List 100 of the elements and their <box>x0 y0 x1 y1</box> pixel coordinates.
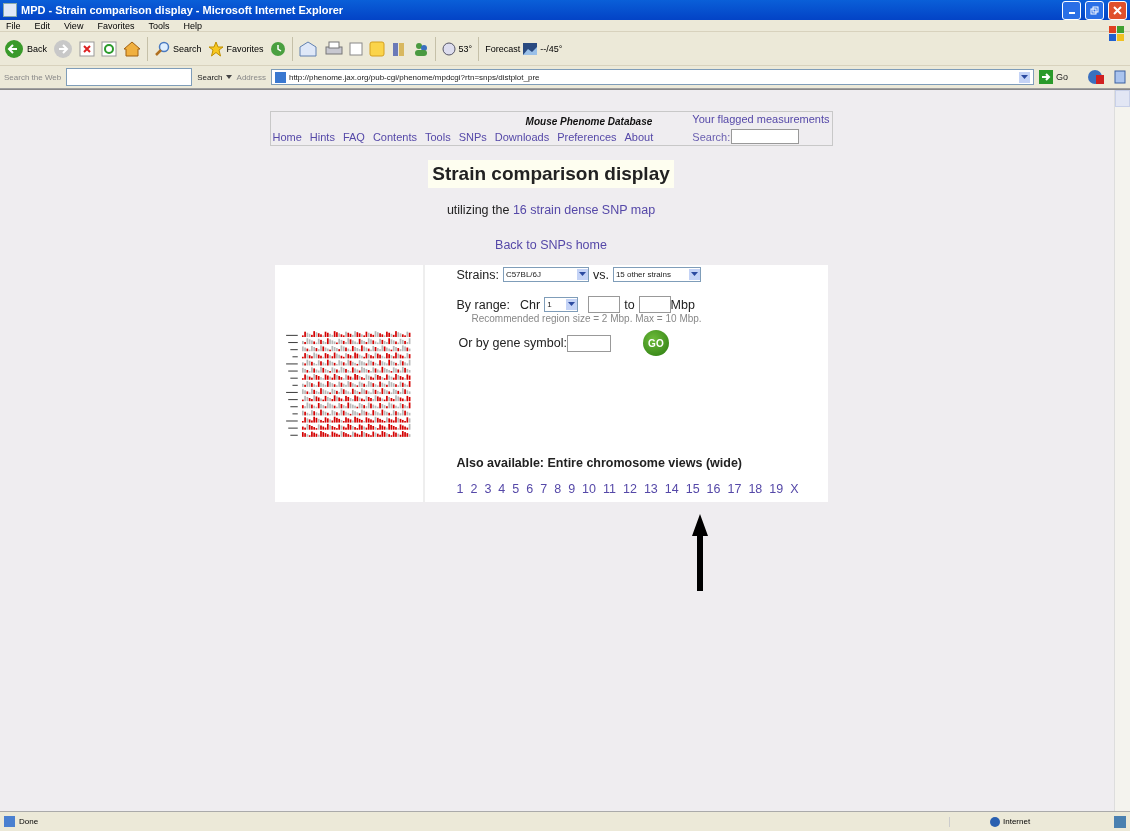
site-search-field[interactable] <box>731 129 800 144</box>
landscape-icon[interactable] <box>523 42 538 55</box>
caret-icon[interactable] <box>225 75 232 79</box>
status-text: Done <box>19 817 40 826</box>
dropdown-arrow-icon[interactable] <box>568 302 576 307</box>
menu-item[interactable]: View <box>63 20 85 31</box>
vs-label: vs. <box>592 267 609 282</box>
page-icon <box>274 71 286 83</box>
nav-link[interactable]: Contents <box>372 131 417 143</box>
stop-icon[interactable] <box>79 40 95 57</box>
nav-link[interactable]: Preferences <box>557 131 617 143</box>
status-icon <box>1114 815 1126 828</box>
menu-item[interactable]: Tools <box>147 20 171 31</box>
search-button[interactable]: Search <box>154 40 202 57</box>
snp-map-link[interactable]: 16 strain dense SNP map <box>512 203 656 217</box>
chr-label: Chr <box>520 297 541 312</box>
arrow-icon[interactable] <box>1039 70 1053 84</box>
restore-button[interactable] <box>1085 0 1104 20</box>
globe-icon <box>990 816 1000 827</box>
range-note: Recommended region size = 2 Mbp. Max = 10 Mbp. <box>470 313 703 324</box>
chromosome-link[interactable]: 8 <box>554 482 562 496</box>
page-title: Strain comparison display <box>428 160 674 188</box>
nav-link[interactable]: Downloads <box>494 131 550 143</box>
gene-label: Or by gene symbol: <box>458 336 567 350</box>
chromosome-link[interactable]: 4 <box>498 482 506 496</box>
range-label: By range: <box>456 297 510 312</box>
chromosome-link[interactable]: 19 <box>769 482 784 496</box>
address-field[interactable]: http://phenome.jax.org/pub-cgi/phenome/mpdcgi?rtn=snps/distplot_pre <box>270 69 1034 85</box>
nav-link[interactable]: Hints <box>309 131 335 143</box>
chromosome-select[interactable]: 1 <box>544 297 579 312</box>
web-search-button[interactable]: Search <box>197 72 232 82</box>
menu-item[interactable]: Favorites <box>96 20 136 31</box>
search-icon[interactable] <box>154 40 170 57</box>
chromosome-link[interactable]: 10 <box>582 482 596 496</box>
web-search-field[interactable] <box>66 68 193 86</box>
strains-label: Strains: <box>456 267 499 282</box>
forecast-label[interactable]: Forecast --/45° <box>485 42 563 55</box>
window-title: MPD - Strain comparison display - Microsoft Internet Explorer <box>21 4 345 16</box>
nav-link[interactable]: Tools <box>424 131 451 143</box>
gene-field[interactable] <box>566 334 611 352</box>
people-icon[interactable] <box>412 40 429 57</box>
strain-select[interactable]: C57BL/6J <box>502 267 589 282</box>
to-label: to <box>624 297 635 312</box>
nav-link[interactable]: Home <box>272 131 302 143</box>
refresh-icon[interactable] <box>101 40 117 57</box>
chromosome-link[interactable]: 11 <box>603 482 616 496</box>
back-button[interactable]: Back <box>4 38 47 59</box>
search-label: Search: <box>692 130 731 143</box>
menu-item[interactable]: Help <box>182 20 203 31</box>
chromosome-link[interactable]: 2 <box>470 482 478 496</box>
chromosome-link[interactable]: 17 <box>727 482 742 496</box>
favorites-button[interactable]: Favorites <box>207 40 264 57</box>
page-icon[interactable] <box>1114 70 1126 84</box>
close-button[interactable] <box>1108 0 1127 20</box>
nav-link[interactable]: FAQ <box>342 131 365 143</box>
chromosome-link[interactable]: X <box>790 482 799 496</box>
mail-icon[interactable] <box>298 40 319 57</box>
chromosome-link[interactable]: 16 <box>706 482 721 496</box>
nav-link[interactable]: SNPs <box>458 131 487 143</box>
chromosome-link[interactable]: 12 <box>622 482 637 496</box>
comparison-select[interactable]: 15 other strains <box>612 267 701 282</box>
menu-item[interactable]: File <box>5 20 22 31</box>
chromosome-link[interactable]: 18 <box>748 482 763 496</box>
restore-icon[interactable] <box>1090 5 1099 15</box>
minimize-button[interactable] <box>1062 0 1081 20</box>
subtitle: utilizing the 16 strain dense SNP map <box>446 203 656 217</box>
chromosome-link[interactable]: 5 <box>512 482 520 496</box>
go-button[interactable]: Go <box>1039 70 1068 84</box>
chromosome-link[interactable]: 13 <box>643 482 658 496</box>
range-start-field[interactable] <box>588 296 621 313</box>
menu-item[interactable]: Edit <box>33 20 52 31</box>
zone-label: Internet <box>1003 817 1031 826</box>
windows-logo-icon <box>1108 24 1126 43</box>
chromosome-link[interactable]: 15 <box>685 482 700 496</box>
search-label: Search the Web <box>4 72 62 82</box>
address-label: Address <box>236 72 266 82</box>
chromosome-link[interactable]: 6 <box>526 482 534 496</box>
dropdown-arrow-icon[interactable] <box>578 272 586 277</box>
weather-reading[interactable]: 53° <box>441 41 473 56</box>
home-icon[interactable] <box>123 40 141 57</box>
history-icon[interactable] <box>269 40 286 57</box>
nav-link[interactable]: About <box>624 131 654 143</box>
chromosome-link[interactable]: 1 <box>456 482 464 496</box>
range-end-field[interactable] <box>638 296 671 313</box>
chromosome-link[interactable]: 7 <box>540 482 548 496</box>
page-icon <box>4 816 15 827</box>
books-icon[interactable] <box>390 40 407 57</box>
flagged-measurements-link[interactable]: Your flagged measurements <box>692 113 830 127</box>
unit-label: Mbp <box>670 297 695 312</box>
close-icon[interactable] <box>1113 5 1122 15</box>
site-title: Mouse Phenome Database <box>524 115 654 127</box>
chromosome-link[interactable]: 3 <box>484 482 492 496</box>
printer-icon[interactable] <box>324 40 343 57</box>
chromosome-link[interactable]: 14 <box>664 482 679 496</box>
weather-icon[interactable] <box>441 41 456 56</box>
dropdown-arrow-icon[interactable] <box>690 272 698 277</box>
back-link[interactable]: Back to SNPs home <box>495 238 607 252</box>
dropdown-arrow-icon[interactable] <box>1021 74 1028 80</box>
star-icon[interactable] <box>207 40 224 57</box>
chromosome-link[interactable]: 9 <box>568 482 576 496</box>
